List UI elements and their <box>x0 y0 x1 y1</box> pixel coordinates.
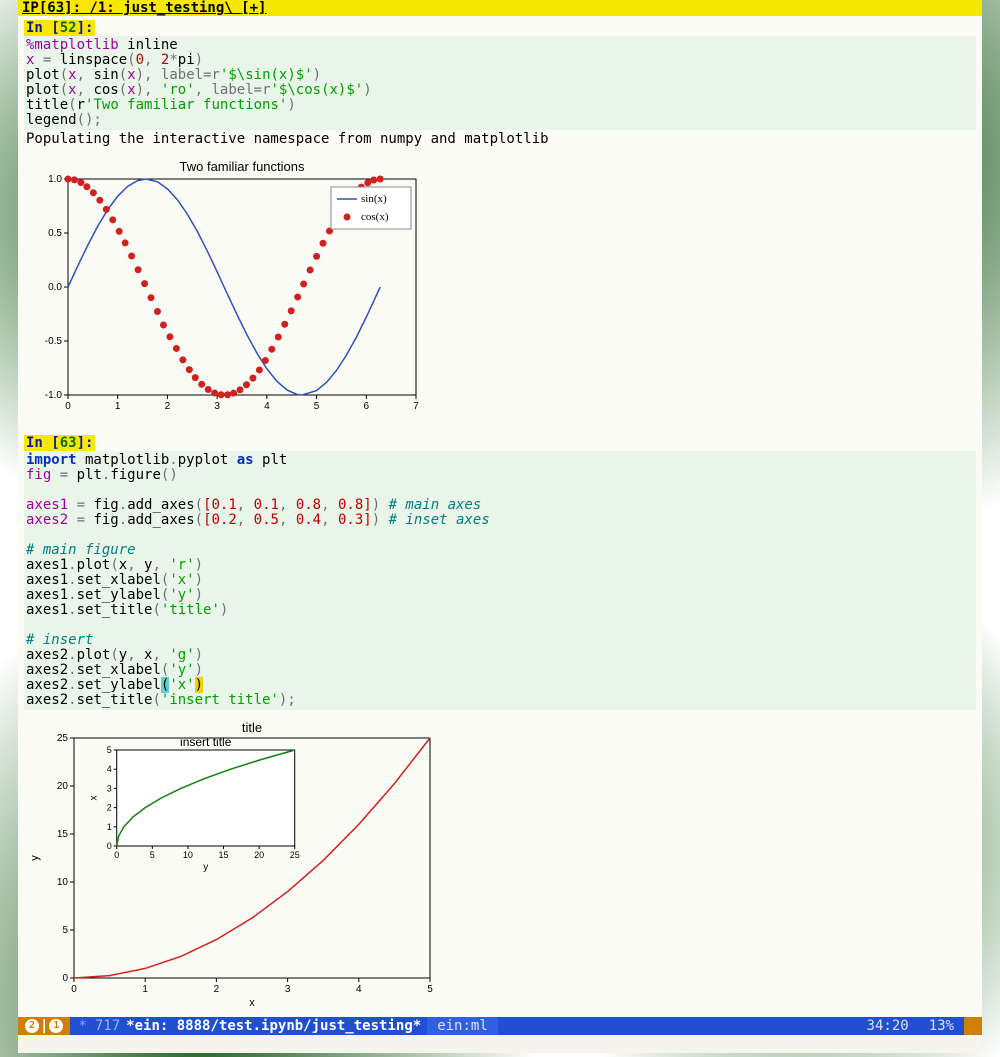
minibuffer[interactable] <box>18 1035 982 1053</box>
status-percent: 13% <box>919 1017 964 1035</box>
svg-text:15: 15 <box>57 829 69 840</box>
svg-text:4: 4 <box>107 764 112 774</box>
svg-text:15: 15 <box>219 850 229 860</box>
svg-text:0: 0 <box>62 973 68 984</box>
svg-text:y: y <box>203 862 208 873</box>
svg-text:Two familiar functions: Two familiar functions <box>180 159 305 174</box>
in-prompt-63: In [63]: <box>24 435 95 451</box>
svg-text:cos(x): cos(x) <box>361 211 389 223</box>
svg-text:1: 1 <box>142 984 148 995</box>
status-file: *ein: 8888/test.ipynb/just_testing* <box>126 1017 427 1035</box>
status-bar: 2 | 1 * 717 *ein: 8888/test.ipynb/just_t… <box>18 1017 982 1035</box>
svg-text:1.0: 1.0 <box>48 174 62 185</box>
active-tab[interactable]: IP[63]: /1: just_testing\ [+] <box>22 0 266 16</box>
svg-text:5: 5 <box>427 984 433 995</box>
status-mode: ein:ml <box>427 1017 498 1035</box>
svg-text:0: 0 <box>114 850 119 860</box>
svg-text:10: 10 <box>183 850 193 860</box>
svg-text:sin(x): sin(x) <box>361 193 387 205</box>
svg-text:4: 4 <box>356 984 362 995</box>
svg-text:-1.0: -1.0 <box>45 390 63 401</box>
svg-text:1: 1 <box>115 401 121 412</box>
editor-body[interactable]: In [52]: %matplotlib inlinex = linspace(… <box>18 16 982 1018</box>
svg-text:5: 5 <box>62 925 68 936</box>
in-prompt-52: In [52]: <box>24 20 95 36</box>
svg-text:10: 10 <box>57 877 69 888</box>
status-position: 34:20 <box>857 1017 919 1035</box>
svg-text:2: 2 <box>214 984 220 995</box>
svg-text:20: 20 <box>57 781 69 792</box>
status-star: * <box>70 1017 94 1035</box>
status-badge-2-icon: 1 <box>49 1019 63 1033</box>
svg-text:5: 5 <box>107 745 112 755</box>
svg-text:4: 4 <box>264 401 270 412</box>
svg-text:2: 2 <box>107 803 112 813</box>
svg-text:25: 25 <box>57 733 69 744</box>
svg-text:0.0: 0.0 <box>48 282 62 293</box>
svg-text:20: 20 <box>254 850 264 860</box>
status-number: 717 <box>95 1017 126 1035</box>
svg-text:6: 6 <box>364 401 370 412</box>
chart-two-familiar-functions: Two familiar functions 0 1 2 3 4 5 6 7 -1.0 -0.5 0.… <box>24 159 976 423</box>
svg-text:insert title: insert title <box>180 735 232 749</box>
svg-text:x: x <box>249 997 255 1009</box>
svg-text:5: 5 <box>314 401 320 412</box>
svg-text:25: 25 <box>290 850 300 860</box>
status-badge-1-icon: 2 <box>25 1019 39 1033</box>
svg-text:3: 3 <box>285 984 291 995</box>
svg-text:7: 7 <box>413 401 419 412</box>
svg-text:0: 0 <box>107 841 112 851</box>
svg-text:2: 2 <box>165 401 171 412</box>
chart-title-inset: title012345x0510152025yinsert title05101… <box>24 720 976 1014</box>
tab-bar: IP[63]: /1: just_testing\ [+] <box>18 0 982 16</box>
svg-text:5: 5 <box>150 850 155 860</box>
svg-text:title: title <box>242 720 262 735</box>
svg-text:x: x <box>89 796 100 801</box>
svg-text:1: 1 <box>107 822 112 832</box>
code-block-52[interactable]: %matplotlib inlinex = linspace(0, 2*pi)p… <box>24 36 976 130</box>
svg-text:0: 0 <box>71 984 77 995</box>
status-left-block: 2 | 1 <box>18 1017 70 1035</box>
cell-63: In [63]: import matplotlib.pyplot as plt… <box>24 435 976 1014</box>
svg-text:0.5: 0.5 <box>48 228 62 239</box>
svg-text:3: 3 <box>214 401 220 412</box>
svg-text:3: 3 <box>107 783 112 793</box>
code-block-63[interactable]: import matplotlib.pyplot as pltfig = plt… <box>24 451 976 710</box>
svg-text:-0.5: -0.5 <box>45 336 63 347</box>
output-text-52: Populating the interactive namespace fro… <box>24 130 976 149</box>
cell-52: In [52]: %matplotlib inlinex = linspace(… <box>24 20 976 423</box>
editor-window: IP[63]: /1: just_testing\ [+] In [52]: %… <box>18 0 982 1020</box>
status-end-block <box>964 1017 982 1035</box>
svg-text:y: y <box>29 855 41 861</box>
svg-text:0: 0 <box>65 401 71 412</box>
